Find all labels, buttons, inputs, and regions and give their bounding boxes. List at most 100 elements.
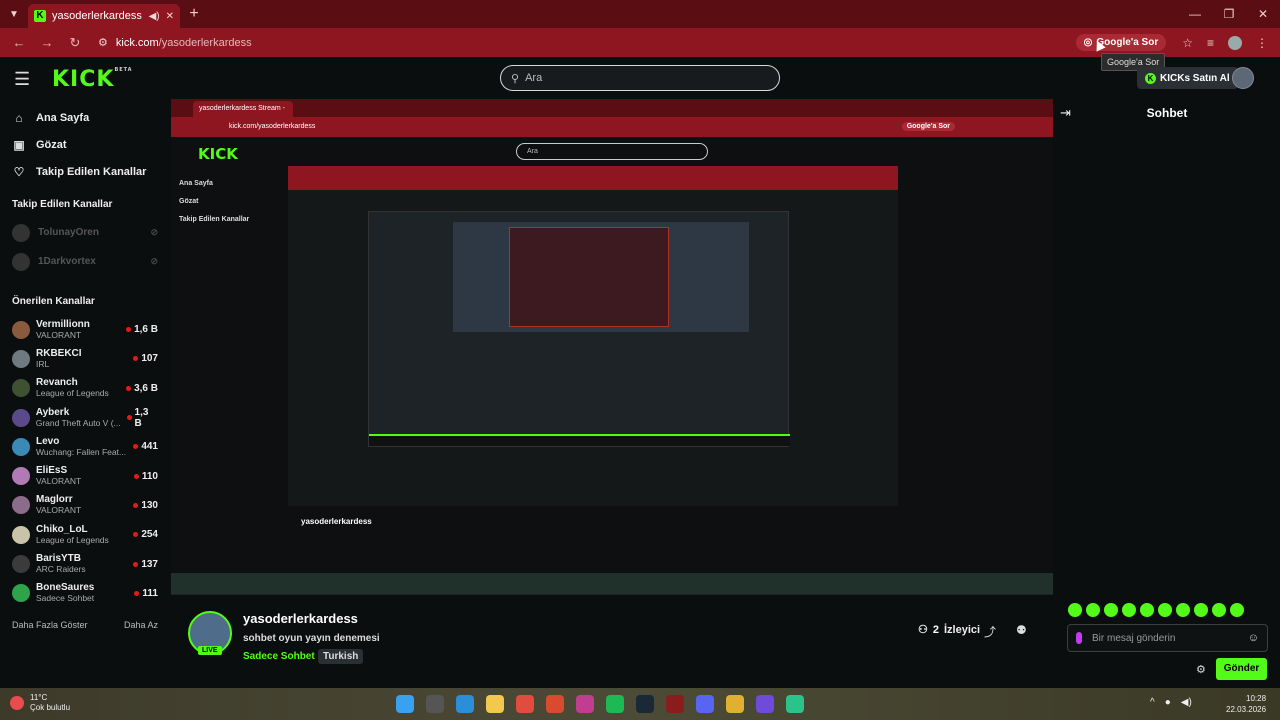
- category-link[interactable]: Sadece Sohbet: [243, 651, 315, 662]
- forward-icon[interactable]: →: [36, 35, 58, 50]
- send-button[interactable]: Gönder: [1216, 658, 1267, 680]
- viewer-number: 254: [141, 529, 158, 541]
- viewer-label: İzleyici: [944, 623, 981, 636]
- recommended-channel[interactable]: EliEsS VALORANT 110: [0, 461, 170, 490]
- mic-tray-icon[interactable]: ●: [1165, 697, 1171, 708]
- follow-icon[interactable]: ⚉: [1016, 623, 1027, 637]
- instagram-icon[interactable]: [576, 695, 594, 713]
- playlist-icon[interactable]: ≡: [1207, 36, 1214, 50]
- mic-icon: [1076, 632, 1082, 644]
- brave-icon[interactable]: [546, 695, 564, 713]
- show-less-link[interactable]: Daha Az: [124, 620, 158, 630]
- obs-icon[interactable]: [756, 695, 774, 713]
- chat-settings-icon[interactable]: ⚙: [1196, 663, 1206, 676]
- sidebar-item-following[interactable]: ♡ Takip Edilen Kanallar: [0, 158, 170, 185]
- explorer-icon[interactable]: [486, 695, 504, 713]
- profile-icon[interactable]: [1228, 35, 1242, 50]
- channel-text: BoneSaures Sadece Sohbet: [36, 582, 128, 604]
- sidebar-item-home[interactable]: ⌂ Ana Sayfa: [0, 104, 170, 131]
- kick-logo[interactable]: KICKBETA: [52, 67, 133, 92]
- search-input[interactable]: ⚲ Ara: [500, 65, 780, 91]
- channel-name: Maglorr: [36, 494, 73, 506]
- url-field[interactable]: ⚙ kick.com/yasoderlerkardess: [92, 32, 1070, 54]
- emote-icon[interactable]: [1158, 603, 1172, 617]
- start-icon[interactable]: [396, 695, 414, 713]
- search-icon: ⚲: [511, 72, 520, 85]
- close-window-icon[interactable]: ✕: [1246, 7, 1280, 21]
- language-tag[interactable]: Turkish: [318, 649, 364, 664]
- record-icon[interactable]: [666, 695, 684, 713]
- channel-name: TolunayOren: [38, 227, 99, 238]
- chrome-icon[interactable]: [516, 695, 534, 713]
- chat-message-input[interactable]: Bir mesaj gönderin ☺: [1067, 624, 1268, 652]
- recommended-channel[interactable]: Vermillionn VALORANT 1,6 B: [0, 315, 170, 344]
- user-avatar[interactable]: [1232, 67, 1254, 89]
- recommended-channel[interactable]: BarisYTB ARC Raiders 137: [0, 549, 170, 578]
- recommended-channel[interactable]: BoneSaures Sadece Sohbet 111: [0, 579, 170, 608]
- nested-google-button: Google'a Sor: [901, 122, 955, 131]
- clock[interactable]: 10:28 22.03.2026: [1226, 693, 1266, 715]
- sidebar-item-browse[interactable]: ▣ Gözat: [0, 131, 170, 158]
- collapse-chat-icon[interactable]: ⇥: [1060, 105, 1071, 121]
- kicks-buy-button[interactable]: K KICKs Satın Al: [1137, 67, 1238, 89]
- share-icon[interactable]: ⤴: [984, 623, 996, 640]
- recommended-channel[interactable]: Ayberk Grand Theft Auto V (... 1,3 B: [0, 403, 170, 432]
- search-taskbar-icon[interactable]: [426, 695, 444, 713]
- emote-icon[interactable]: [1176, 603, 1190, 617]
- star-icon[interactable]: ☆: [1182, 36, 1193, 50]
- emote-icon[interactable]: [1122, 603, 1136, 617]
- emote-bar: [1068, 603, 1280, 617]
- video-player[interactable]: yasoderlerkardess Stream - kick.com/yaso…: [171, 99, 1053, 595]
- emote-icon[interactable]: [1068, 603, 1082, 617]
- channel-title[interactable]: yasoderlerkardess: [243, 611, 358, 626]
- viewer-count: 3,6 B: [126, 383, 158, 394]
- recommended-channel[interactable]: Maglorr VALORANT 130: [0, 491, 170, 520]
- new-tab-button[interactable]: +: [180, 5, 208, 23]
- steam-icon[interactable]: [636, 695, 654, 713]
- followed-channel[interactable]: TolunayOren ⊘: [0, 218, 170, 247]
- emote-icon[interactable]: [1086, 603, 1100, 617]
- site-info-icon[interactable]: ⚙: [98, 36, 108, 49]
- live-dot-icon: [133, 532, 139, 538]
- reload-icon[interactable]: ↻: [64, 35, 86, 51]
- folder-icon[interactable]: [726, 695, 744, 713]
- discord-icon[interactable]: [696, 695, 714, 713]
- menu-icon[interactable]: ⋮: [1256, 36, 1268, 50]
- sidebar-item-label: Takip Edilen Kanallar: [36, 165, 147, 178]
- channel-category: ARC Raiders: [36, 564, 86, 575]
- followed-channel[interactable]: 1Darkvortex ⊘: [0, 247, 170, 276]
- emote-icon[interactable]: [1230, 603, 1244, 617]
- minimize-icon[interactable]: —: [1178, 7, 1212, 21]
- back-icon[interactable]: ←: [8, 35, 30, 50]
- emote-icon[interactable]: [1194, 603, 1208, 617]
- app-icon[interactable]: [786, 695, 804, 713]
- google-ask-button[interactable]: ◎ Google'a Sor: [1075, 34, 1167, 51]
- sidebar-item-label: Ana Sayfa: [36, 111, 90, 124]
- recommended-channel[interactable]: Levo Wuchang: Fallen Feat... 441: [0, 432, 170, 461]
- spotify-icon[interactable]: [606, 695, 624, 713]
- viewer-number: 1,6 B: [134, 324, 158, 336]
- emote-icon[interactable]: [1212, 603, 1226, 617]
- volume-icon[interactable]: ◀): [1181, 697, 1192, 708]
- show-more-link[interactable]: Daha Fazla Göster: [12, 620, 88, 630]
- emote-icon[interactable]: [1104, 603, 1118, 617]
- emoji-icon[interactable]: ☺: [1248, 632, 1259, 644]
- maximize-icon[interactable]: ❐: [1212, 7, 1246, 21]
- recommended-channel[interactable]: Revanch League of Legends 3,6 B: [0, 374, 170, 403]
- date: 22.03.2026: [1226, 705, 1267, 714]
- recommended-channel[interactable]: Chiko_LoL League of Legends 254: [0, 520, 170, 549]
- tab-search-icon[interactable]: ▼: [0, 0, 28, 28]
- recommended-channel[interactable]: RKBEKCI IRL 107: [0, 344, 170, 373]
- chevron-up-icon[interactable]: ^: [1150, 697, 1155, 708]
- browser-tab[interactable]: K yasoderlerkardess Stream - ◀) ✕: [28, 4, 180, 28]
- audio-icon[interactable]: ◀): [149, 11, 160, 22]
- hamburger-menu-icon[interactable]: ☰: [14, 69, 38, 90]
- weather-widget[interactable]: 11°C Çok bulutlu: [10, 693, 70, 713]
- nested-nav-item: Gözat: [179, 198, 199, 205]
- channel-name: Chiko_LoL: [36, 523, 88, 535]
- close-tab-icon[interactable]: ✕: [166, 11, 174, 22]
- avatar: [12, 252, 30, 271]
- edge-icon[interactable]: [456, 695, 474, 713]
- viewer-number: 2: [932, 623, 939, 636]
- emote-icon[interactable]: [1140, 603, 1154, 617]
